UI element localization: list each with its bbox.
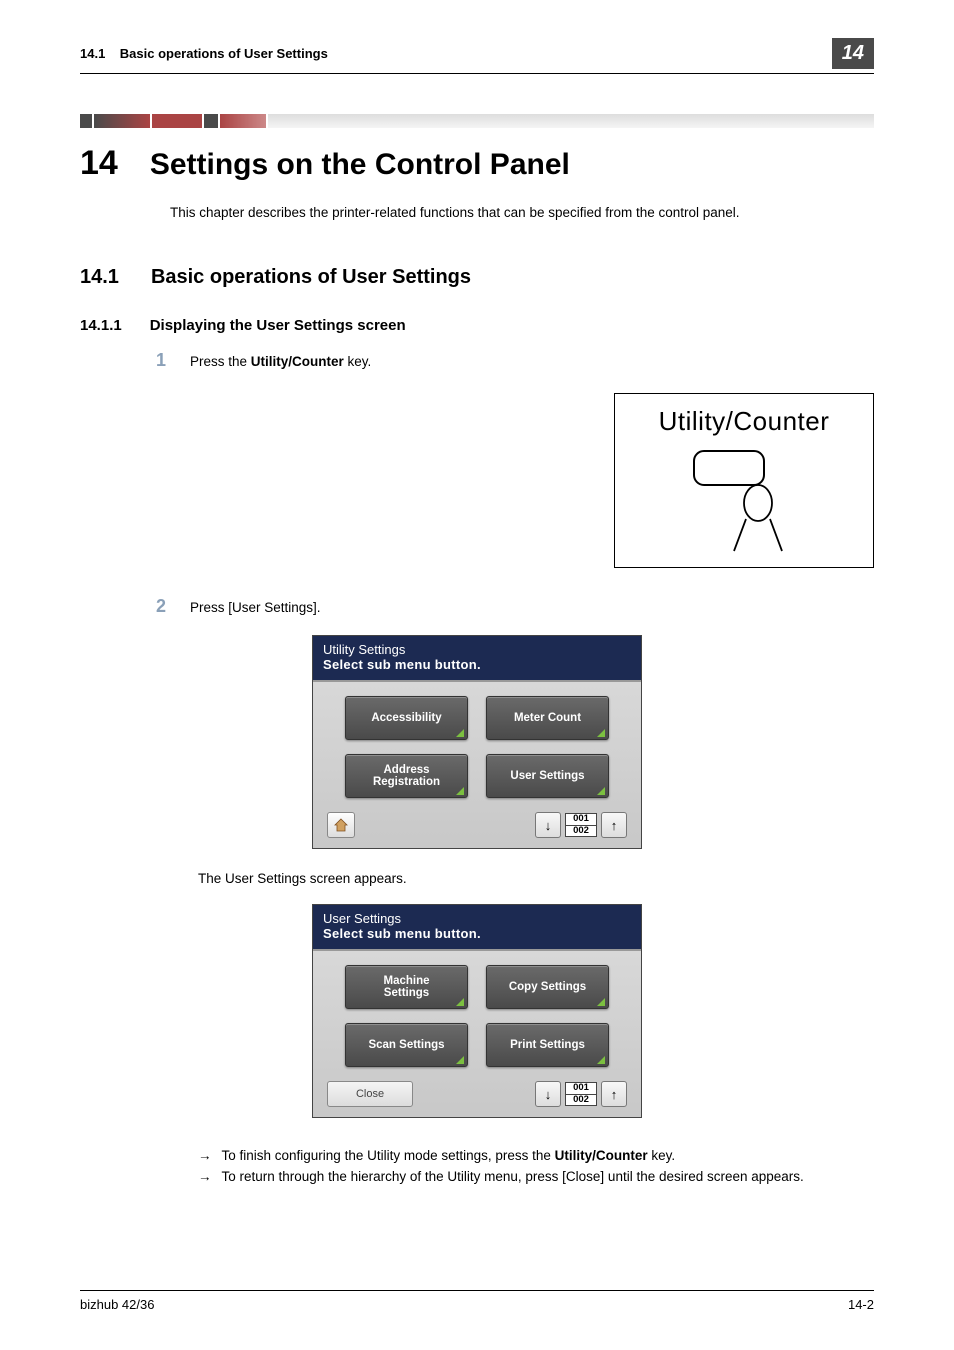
utility-settings-panel: Utility Settings Select sub menu button.… [312, 635, 642, 849]
page-indicator: 001 002 [565, 813, 597, 837]
page-up-button[interactable]: ↑ [601, 1081, 627, 1107]
panel1-subtitle: Select sub menu button. [323, 657, 631, 672]
panel2-header: User Settings Select sub menu button. [313, 905, 641, 949]
footer-page-num: 14-2 [848, 1297, 874, 1312]
panel1-title: Utility Settings [323, 642, 631, 657]
page-down-button[interactable]: ↓ [535, 812, 561, 838]
user-settings-button[interactable]: User Settings [486, 754, 609, 798]
print-settings-button[interactable]: Print Settings [486, 1023, 609, 1067]
result-text: The User Settings screen appears. [198, 871, 874, 886]
chapter-intro: This chapter describes the printer-relat… [170, 205, 874, 220]
user-settings-panel: User Settings Select sub menu button. Ma… [312, 904, 642, 1118]
copy-settings-button[interactable]: Copy Settings [486, 965, 609, 1009]
section-heading: 14.1 Basic operations of User Settings [80, 266, 874, 289]
page-down-button[interactable]: ↓ [535, 1081, 561, 1107]
step-2: 2 Press [User Settings]. [148, 596, 874, 617]
corner-icon [456, 998, 464, 1006]
header-section-title: Basic operations of User Settings [120, 46, 328, 61]
subsection-heading: 14.1.1 Displaying the User Settings scre… [80, 317, 874, 334]
panel2-title: User Settings [323, 911, 631, 926]
corner-icon [597, 787, 605, 795]
notes-list: → To finish configuring the Utility mode… [198, 1148, 874, 1184]
corner-icon [456, 1056, 464, 1064]
subsection-title: Displaying the User Settings screen [150, 317, 406, 334]
close-button[interactable]: Close [327, 1081, 413, 1107]
corner-icon [597, 1056, 605, 1064]
address-registration-button[interactable]: Address Registration [345, 754, 468, 798]
subsection-number: 14.1.1 [80, 317, 122, 334]
corner-icon [597, 729, 605, 737]
footer-model: bizhub 42/36 [80, 1297, 154, 1312]
utility-counter-label: Utility/Counter [659, 406, 830, 437]
machine-settings-button[interactable]: Machine Settings [345, 965, 468, 1009]
note-1: → To finish configuring the Utility mode… [198, 1148, 874, 1163]
panel1-header: Utility Settings Select sub menu button. [313, 636, 641, 680]
page-indicator: 001 002 [565, 1082, 597, 1106]
section-title: Basic operations of User Settings [151, 266, 471, 289]
step-2-number: 2 [148, 596, 166, 617]
header-section-num: 14.1 [80, 46, 105, 61]
step-2-text: Press [User Settings]. [190, 600, 321, 615]
scan-settings-button[interactable]: Scan Settings [345, 1023, 468, 1067]
corner-icon [597, 998, 605, 1006]
page-footer: bizhub 42/36 14-2 [80, 1290, 874, 1312]
arrow-icon: → [198, 1169, 212, 1184]
step-1-number: 1 [148, 350, 166, 371]
arrow-icon: → [198, 1148, 212, 1163]
chapter-badge: 14 [832, 38, 874, 69]
panel2-subtitle: Select sub menu button. [323, 926, 631, 941]
page-up-button[interactable]: ↑ [601, 812, 627, 838]
corner-icon [456, 787, 464, 795]
meter-count-button[interactable]: Meter Count [486, 696, 609, 740]
step-1: 1 Press the Utility/Counter key. [148, 350, 874, 371]
home-icon[interactable] [327, 812, 355, 838]
button-press-icon [684, 443, 804, 553]
utility-counter-illustration: Utility/Counter [614, 393, 874, 568]
accessibility-button[interactable]: Accessibility [345, 696, 468, 740]
chapter-number: 14 [80, 144, 118, 183]
pager: ↓ 001 002 ↑ [535, 812, 627, 838]
note-2: → To return through the hierarchy of the… [198, 1169, 874, 1184]
section-number: 14.1 [80, 266, 119, 289]
step-1-text: Press the Utility/Counter key. [190, 354, 371, 369]
decorative-strip [80, 114, 874, 128]
chapter-title: Settings on the Control Panel [150, 148, 570, 182]
corner-icon [456, 729, 464, 737]
chapter-heading: 14 Settings on the Control Panel [80, 144, 874, 183]
running-header: 14.1 Basic operations of User Settings 1… [80, 38, 874, 74]
pager: ↓ 001 002 ↑ [535, 1081, 627, 1107]
